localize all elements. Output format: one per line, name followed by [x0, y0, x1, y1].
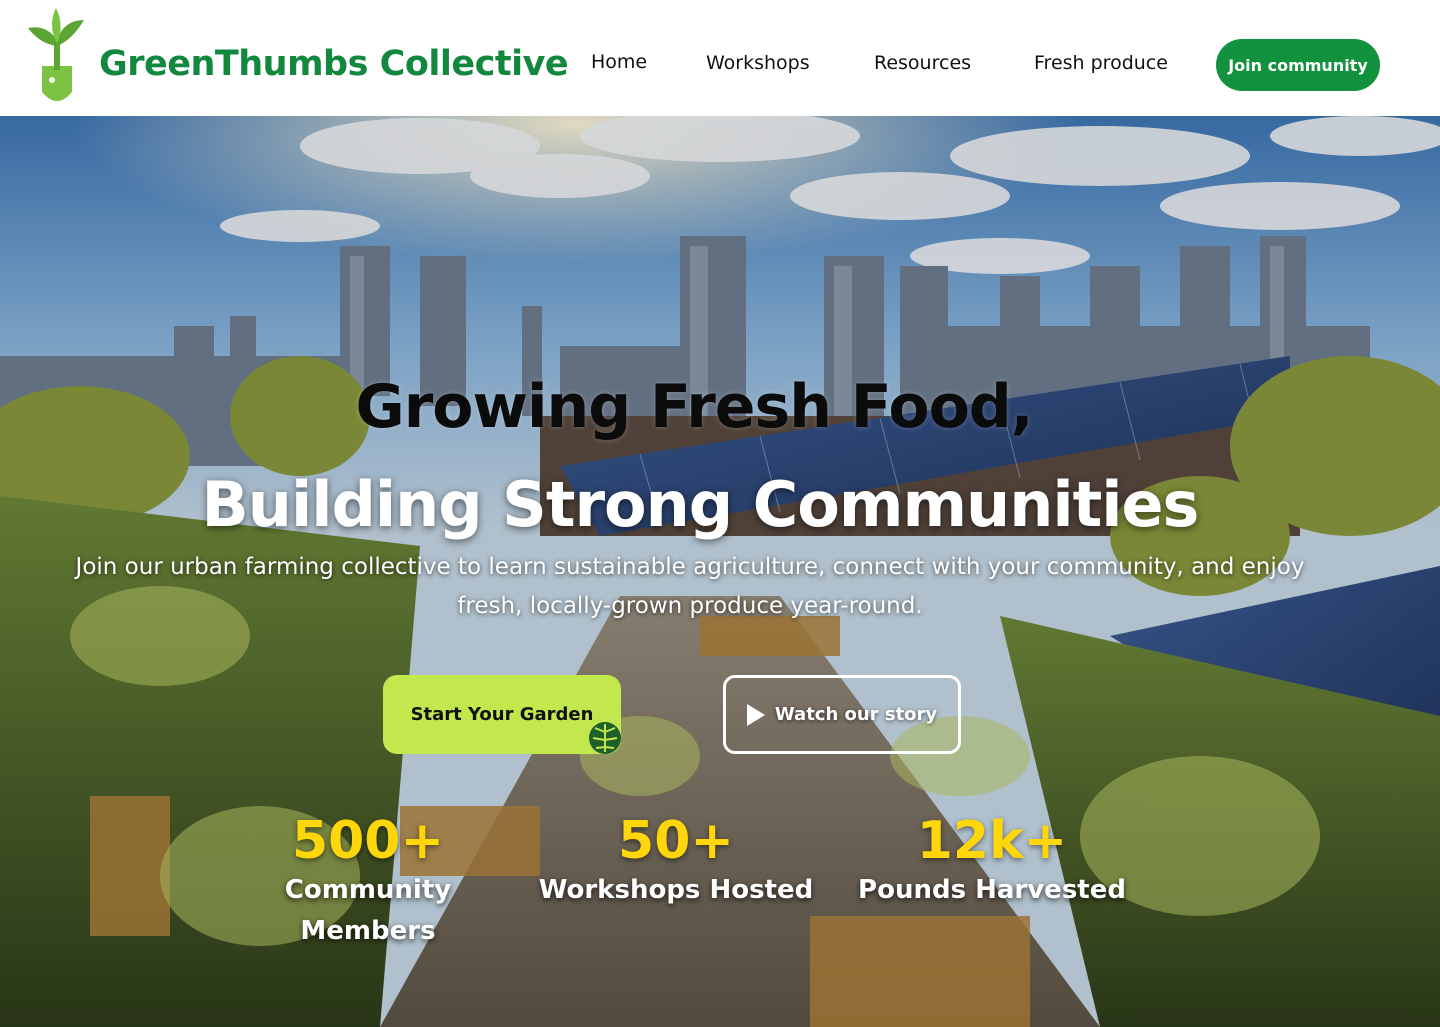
- hero-headline-line2: Building Strong Communities: [201, 468, 1200, 541]
- stat-value: 12k+: [916, 811, 1068, 871]
- site-header: GreenThumbs Collective Home Workshops Re…: [0, 0, 1440, 116]
- nav-resources[interactable]: Resources: [874, 52, 971, 74]
- brand-name[interactable]: GreenThumbs Collective: [99, 44, 569, 84]
- start-your-garden-button[interactable]: Start Your Garden: [383, 675, 621, 754]
- monstera-leaf-icon: [589, 722, 621, 754]
- sprout-shovel-icon[interactable]: [20, 6, 94, 114]
- hero-section: Growing Fresh Food, Building Strong Comm…: [0, 116, 1440, 1027]
- nav-fresh-produce[interactable]: Fresh produce: [1034, 52, 1168, 74]
- join-community-button[interactable]: Join community: [1216, 39, 1380, 91]
- stat-community-members: 500+ Community Members: [268, 812, 468, 952]
- hero-headline-line1: Growing Fresh Food,: [355, 372, 1033, 442]
- hero-lead-text: Join our urban farming collective to lea…: [75, 554, 1305, 619]
- stat-workshops-hosted: 50+ Workshops Hosted: [536, 812, 816, 911]
- stat-value: 50+: [618, 811, 734, 871]
- nav-home[interactable]: Home: [591, 51, 647, 73]
- nav-workshops[interactable]: Workshops: [706, 52, 810, 74]
- start-your-garden-label: Start Your Garden: [410, 704, 594, 725]
- stat-value: 500+: [291, 811, 445, 871]
- stat-label: Workshops Hosted: [538, 875, 814, 905]
- play-icon: [746, 703, 765, 726]
- stat-pounds-harvested: 12k+ Pounds Harvested: [852, 812, 1132, 911]
- watch-our-story-label: Watch our story: [774, 704, 938, 725]
- stat-label: Pounds Harvested: [858, 875, 1126, 905]
- stat-label: Community Members: [284, 875, 452, 946]
- watch-our-story-button[interactable]: Watch our story: [723, 675, 961, 754]
